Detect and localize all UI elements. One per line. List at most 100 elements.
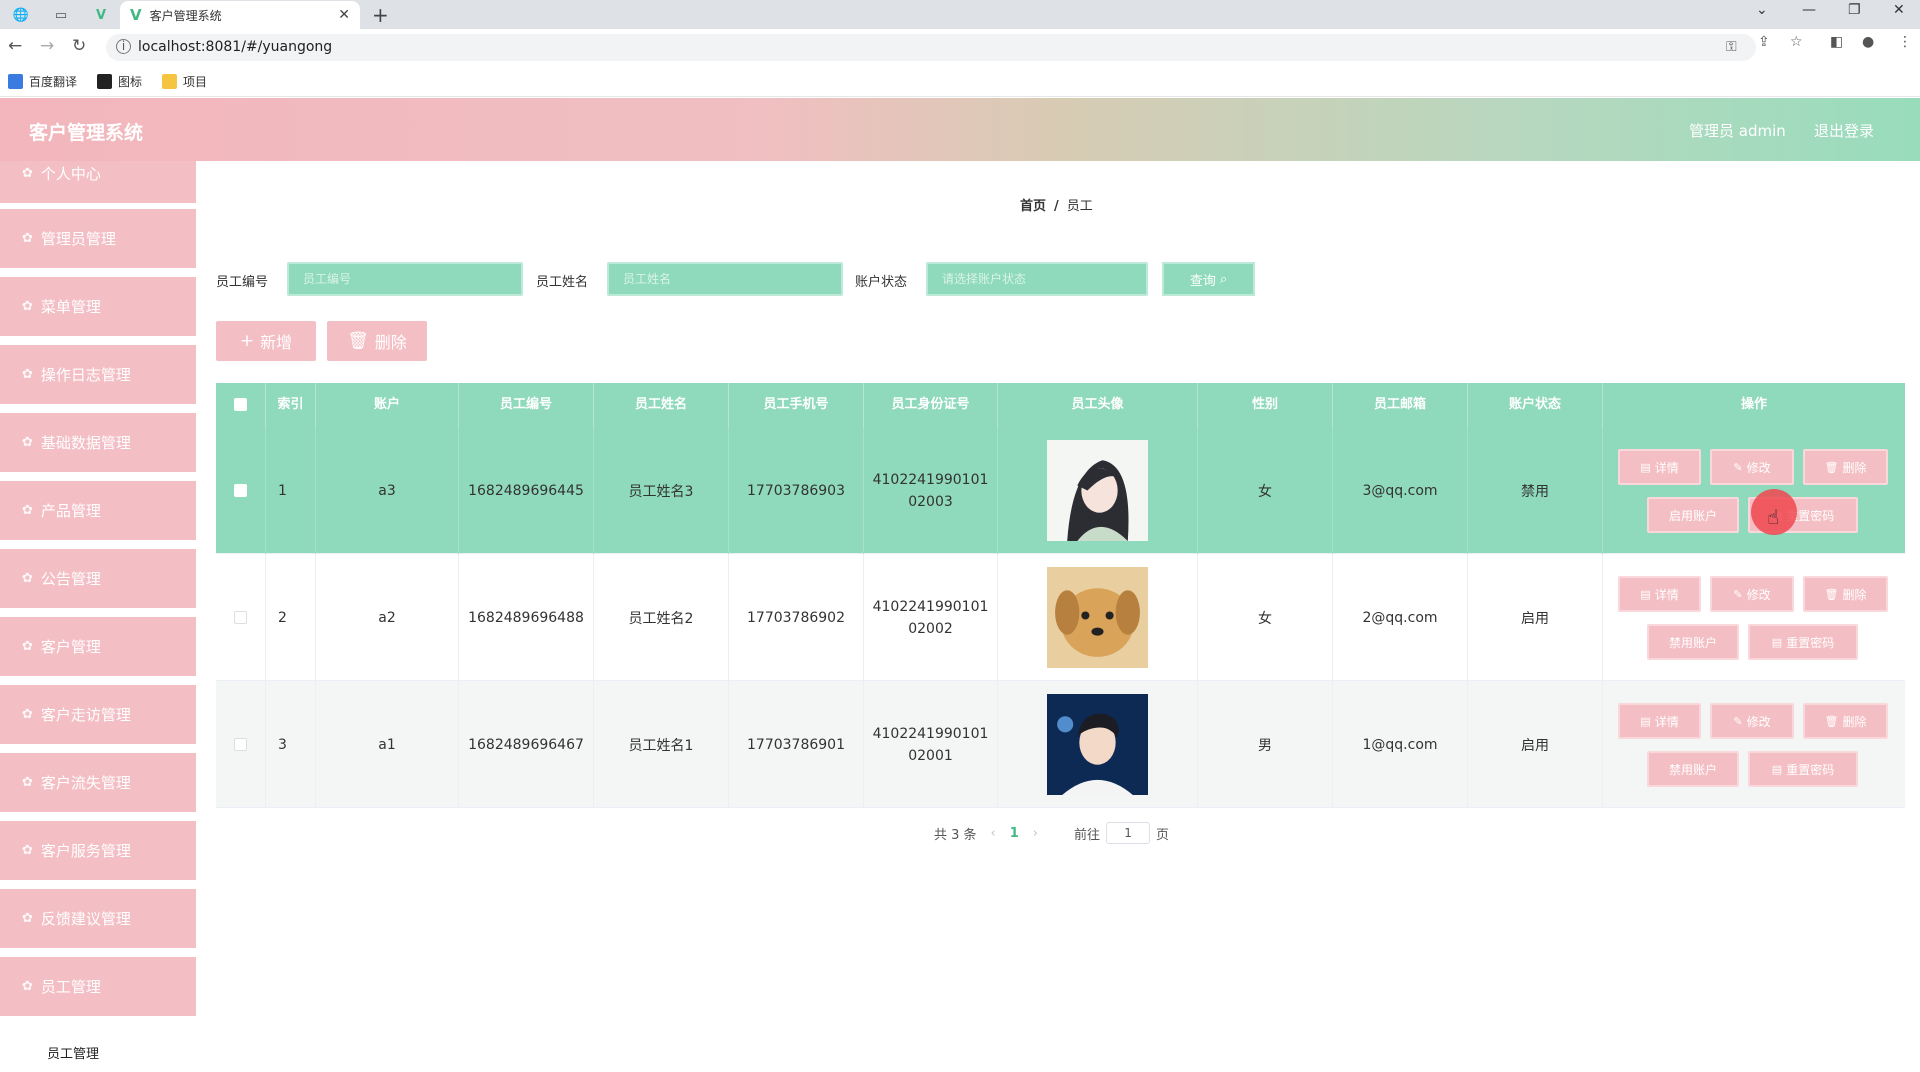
sidebar-item-employee[interactable]: ✿ 员工管理 — [0, 957, 196, 1019]
edit-button[interactable]: ✎ 修改 — [1710, 449, 1794, 485]
emp-no-input[interactable] — [287, 262, 523, 296]
row-checkbox[interactable] — [234, 611, 247, 624]
sidebar-item-label: 个人中心 — [40, 165, 101, 183]
cell-emp-no: 1682489696488 — [459, 554, 594, 681]
query-button-label: 查询 — [1189, 273, 1216, 289]
menu-item-icon: ✿ — [22, 571, 33, 586]
row-checkbox[interactable] — [234, 484, 247, 497]
table-row[interactable]: 1 a3 1682489696445 员工姓名3 17703786903 410… — [216, 427, 1905, 554]
sidebar-item-visit[interactable]: ✿ 客户走访管理 — [0, 685, 196, 747]
tab-search-icon[interactable]: ⌄ — [1756, 2, 1768, 18]
site-info-icon[interactable]: i — [116, 39, 131, 54]
col-header-idcard[interactable]: 员工身份证号 — [864, 383, 998, 427]
sidebar-item-notice[interactable]: ✿ 公告管理 — [0, 549, 196, 611]
select-all-checkbox[interactable] — [234, 398, 247, 411]
detail-button[interactable]: ▤ 详情 — [1618, 576, 1701, 612]
edit-button[interactable]: ✎ 修改 — [1710, 703, 1794, 739]
col-header-email[interactable]: 员工邮箱 — [1333, 383, 1468, 427]
reset-password-button[interactable]: ▤重置密码 — [1748, 624, 1858, 660]
sidebar-item-oplog[interactable]: ✿ 操作日志管理 — [0, 345, 196, 407]
sidebar-item-menu[interactable]: ✿ 菜单管理 — [0, 277, 196, 339]
row-select-cell — [216, 427, 266, 554]
window-close-icon[interactable]: ✕ — [1893, 2, 1905, 18]
reset-password-label: 重置密码 — [1786, 762, 1835, 777]
browser-tab-active[interactable]: V 客户管理系统 ✕ — [120, 1, 360, 29]
key-icon[interactable]: ⚿ — [1726, 39, 1737, 55]
col-header-account[interactable]: 账户 — [316, 383, 459, 427]
logout-link[interactable]: 退出登录 — [1814, 120, 1874, 141]
toggle-account-button[interactable]: 启用账户 — [1647, 497, 1739, 533]
avatar-image[interactable] — [1047, 694, 1148, 795]
sidebar-item-admin[interactable]: ✿ 管理员管理 — [0, 209, 196, 271]
emp-name-input[interactable] — [607, 262, 843, 296]
delete-button[interactable]: 🗑 删除 — [1803, 449, 1888, 485]
sidebar-item-product[interactable]: ✿ 产品管理 — [0, 481, 196, 543]
col-header-avatar[interactable]: 员工头像 — [998, 383, 1198, 427]
query-button[interactable]: 查询 ⌕ — [1162, 262, 1255, 296]
blank-tab-icon[interactable]: ▭ — [50, 4, 72, 26]
batch-delete-button[interactable]: 🗑 删除 — [327, 321, 427, 361]
table-row[interactable]: 2 a2 1682489696488 员工姓名2 17703786902 410… — [216, 554, 1905, 681]
globe-icon[interactable]: 🌐 — [10, 4, 32, 26]
share-icon[interactable]: ⇪ — [1758, 34, 1770, 50]
restore-icon[interactable]: ❐ — [1848, 2, 1861, 18]
edit-icon: ✎ — [1733, 460, 1743, 474]
delete-label: 删除 — [1842, 460, 1867, 475]
menu-icon[interactable]: ⋮ — [1898, 34, 1912, 50]
forward-icon[interactable]: → — [40, 36, 54, 56]
back-icon[interactable]: ← — [8, 36, 22, 56]
sidepanel-icon[interactable]: ◧ — [1830, 34, 1843, 50]
bookmark-baidu-translate[interactable]: 百度翻译 — [8, 73, 77, 90]
next-page-icon[interactable]: › — [1033, 826, 1038, 841]
row-checkbox[interactable] — [234, 738, 247, 751]
avatar-image[interactable] — [1047, 567, 1148, 668]
col-header-gender[interactable]: 性别 — [1198, 383, 1333, 427]
delete-button[interactable]: 🗑 删除 — [1803, 703, 1888, 739]
edit-button[interactable]: ✎ 修改 — [1710, 576, 1794, 612]
delete-button[interactable]: 🗑 删除 — [1803, 576, 1888, 612]
col-header-status[interactable]: 账户状态 — [1468, 383, 1603, 427]
detail-button[interactable]: ▤ 详情 — [1618, 703, 1701, 739]
goto-page-input[interactable]: 1 — [1106, 822, 1151, 844]
detail-button[interactable]: ▤ 详情 — [1618, 449, 1701, 485]
minimize-icon[interactable]: — — [1802, 2, 1816, 18]
prev-page-icon[interactable]: ‹ — [991, 826, 996, 841]
toggle-account-button[interactable]: 禁用账户 — [1647, 751, 1739, 787]
col-header-index[interactable]: 索引 — [266, 383, 316, 427]
reload-icon[interactable]: ↻ — [72, 36, 86, 56]
col-header-phone[interactable]: 员工手机号 — [729, 383, 864, 427]
bookmark-icons[interactable]: 图标 — [97, 73, 142, 90]
breadcrumb-home[interactable]: 首页 — [1020, 199, 1046, 214]
sidebar-subitem-employee[interactable]: 员工管理 — [0, 1031, 196, 1072]
bookmark-project[interactable]: 项目 — [162, 73, 207, 90]
status-select[interactable] — [926, 262, 1148, 296]
col-header-name[interactable]: 员工姓名 — [594, 383, 729, 427]
avatar-image[interactable] — [1047, 440, 1148, 541]
sidebar-item-feedback[interactable]: ✿ 反馈建议管理 — [0, 889, 196, 951]
col-header-operation: 操作 — [1740, 397, 1767, 412]
toggle-account-button[interactable]: 禁用账户 — [1647, 624, 1739, 660]
sidebar-item-basedata[interactable]: ✿ 基础数据管理 — [0, 413, 196, 475]
idcard-line1: 4102241990101 — [872, 598, 989, 615]
menu-item-icon: ✿ — [22, 707, 33, 722]
sidebar-item-personal-center[interactable]: ✿ 个人中心 — [0, 161, 196, 206]
detail-label: 详情 — [1654, 587, 1679, 602]
star-icon[interactable]: ☆ — [1790, 34, 1803, 50]
reset-password-button[interactable]: ▤重置密码 — [1748, 751, 1858, 787]
new-tab-icon[interactable]: + — [372, 3, 389, 27]
cell-emp-no: 1682489696445 — [459, 427, 594, 554]
vue-tab-icon[interactable]: V — [90, 4, 112, 26]
sidebar-item-customer[interactable]: ✿ 客户管理 — [0, 617, 196, 679]
cell-email: 2@qq.com — [1333, 554, 1468, 681]
table-row[interactable]: 3 a1 1682489696467 员工姓名1 17703786901 410… — [216, 681, 1905, 808]
sidebar-item-churn[interactable]: ✿ 客户流失管理 — [0, 753, 196, 815]
close-icon[interactable]: ✕ — [338, 7, 350, 23]
url-bar[interactable]: i localhost:8081/#/yuangong ⚿ — [106, 34, 1756, 61]
sidebar-item-service[interactable]: ✿ 客户服务管理 — [0, 821, 196, 883]
emp-name-label: 员工姓名 — [536, 275, 589, 290]
col-header-emp-no[interactable]: 员工编号 — [459, 383, 594, 427]
page-number[interactable]: 1 — [1010, 826, 1019, 841]
profile-icon[interactable]: ● — [1862, 34, 1874, 50]
menu-item-icon: ✿ — [22, 843, 33, 858]
add-button[interactable]: + 新增 — [216, 321, 316, 361]
